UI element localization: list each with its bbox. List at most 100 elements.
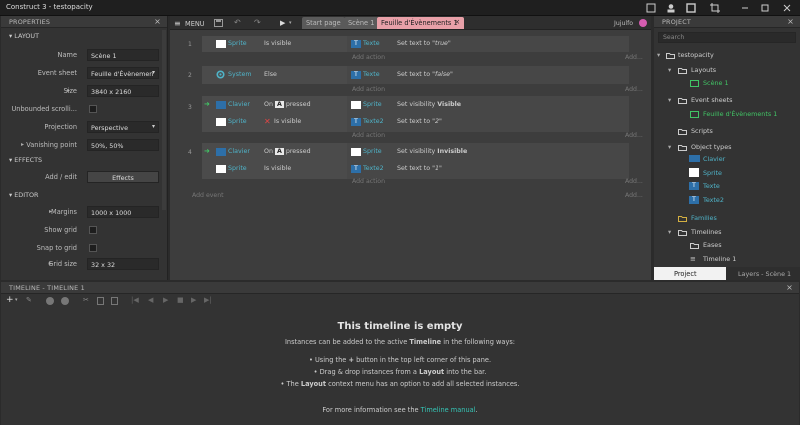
vanishing-input[interactable]: 50%, 50% (87, 139, 159, 151)
tree-item-scene1[interactable]: Scène 1 (703, 79, 729, 87)
crop-icon[interactable] (710, 3, 720, 13)
tree-item-project[interactable]: testopacity (678, 51, 714, 59)
undo-icon[interactable]: ↶ (234, 18, 241, 27)
tree-item-object-types[interactable]: Object types (691, 143, 731, 151)
action-row[interactable]: T Texte Set text to "false" (347, 66, 629, 84)
prev-frame-icon[interactable]: ◀ (148, 296, 153, 304)
collapse-icon[interactable]: ▾ (668, 66, 671, 74)
tree-item-texte[interactable]: Texte (703, 182, 720, 190)
chevron-down-icon[interactable]: ▾ (289, 20, 292, 26)
chevron-down-icon[interactable]: ▾ (15, 297, 18, 303)
add-action-link[interactable]: Add action (352, 86, 385, 93)
next-frame-icon[interactable]: ▶ (191, 296, 196, 304)
action-pre: Set visibility (397, 101, 438, 108)
event-sheet-select[interactable]: Feuille d'Évènemen (87, 67, 159, 79)
tree-item-timelines[interactable]: Timelines (691, 228, 722, 236)
prop-unbounded: Unbounded scrolli... (1, 101, 161, 117)
tree-item-clavier[interactable]: Clavier (703, 155, 725, 163)
collapse-icon[interactable]: ▾ (668, 96, 671, 104)
close-timeline-icon[interactable]: × (786, 283, 793, 292)
timeline-manual-link[interactable]: Timeline manual (421, 406, 476, 414)
margins-input[interactable]: 1000 x 1000 (87, 206, 159, 218)
event-block-3[interactable]: ➜ Clavier On A pressed Sprite ✕ Is visib… (202, 96, 348, 132)
event-block-2[interactable]: System Else (202, 66, 348, 84)
collapse-icon[interactable]: ▾ (668, 143, 671, 151)
tree-item-families[interactable]: Families (691, 214, 717, 222)
event-block-1[interactable]: Sprite Is visible (202, 36, 348, 52)
project-search-input[interactable]: Search (658, 32, 796, 43)
section-title: EDITOR (14, 191, 39, 199)
play-icon[interactable]: ▶ (280, 19, 285, 27)
collapse-icon[interactable]: ▾ (657, 51, 660, 59)
add-action-link[interactable]: Add action (352, 54, 385, 61)
editor-section[interactable]: ▾ EDITOR (1, 189, 161, 201)
add-keyframe-icon[interactable] (46, 297, 54, 305)
show-grid-checkbox[interactable] (89, 226, 97, 234)
tab-scene1[interactable]: Scène 1 (344, 17, 379, 29)
menu-icon[interactable]: ≡ (174, 19, 181, 28)
add-action-short[interactable]: Add... (625, 54, 643, 61)
add-action-link[interactable]: Add action (352, 178, 385, 185)
grid-size-input[interactable]: 32 x 32 (87, 258, 159, 270)
tab-start-page[interactable]: Start page (302, 17, 345, 29)
snap-grid-checkbox[interactable] (89, 244, 97, 252)
add-event-link[interactable]: Add event (192, 192, 224, 199)
effects-button[interactable]: Effects (87, 171, 159, 183)
tree-item-sprite[interactable]: Sprite (703, 169, 722, 177)
name-input[interactable]: Scène 1 (87, 49, 159, 61)
maximize-icon[interactable] (760, 3, 770, 13)
tree-item-event-sheet-1[interactable]: Feuille d'Évènements 1 (703, 110, 777, 118)
unbounded-checkbox[interactable] (89, 105, 97, 113)
close-properties-icon[interactable]: × (154, 17, 161, 26)
pencil-icon[interactable]: ✎ (26, 296, 32, 304)
stop-icon[interactable]: ■ (177, 296, 184, 304)
user-icon[interactable] (666, 3, 676, 13)
copy-icon[interactable] (97, 297, 104, 305)
add-icon[interactable]: + (6, 295, 14, 305)
tab-layers[interactable]: Layers - Scène 1 (726, 267, 800, 280)
add-action-short[interactable]: Add... (625, 86, 643, 93)
tab-project[interactable]: Project (654, 267, 726, 280)
cut-icon[interactable]: ✂ (83, 296, 89, 304)
first-frame-icon[interactable]: |◀ (131, 296, 139, 304)
event-block-4[interactable]: ➜ Clavier On A pressed Sprite Is visible (202, 143, 348, 179)
tree-item-layouts[interactable]: Layouts (691, 66, 716, 74)
add-action-link[interactable]: Add action (352, 132, 385, 139)
minimize-icon[interactable] (740, 3, 750, 13)
save-icon[interactable] (214, 19, 223, 27)
menu-button[interactable]: MENU (185, 20, 205, 28)
avatar[interactable] (639, 19, 647, 27)
close-icon[interactable] (782, 3, 792, 13)
layout-section[interactable]: ▾ LAYOUT (1, 30, 161, 42)
redo-icon[interactable]: ↷ (254, 18, 261, 27)
layout-icon[interactable] (686, 3, 696, 13)
tree-item-scripts[interactable]: Scripts (691, 127, 713, 135)
properties-scrollbar[interactable] (162, 30, 166, 210)
share-icon[interactable] (646, 3, 656, 13)
paste-icon[interactable] (111, 297, 118, 305)
size-input[interactable]: 3840 x 2160 (87, 85, 159, 97)
tree-item-timeline-1[interactable]: Timeline 1 (703, 255, 736, 263)
add-event-short[interactable]: Add... (625, 192, 643, 199)
projection-select[interactable]: Perspective (87, 121, 159, 133)
effects-section[interactable]: ▾ EFFECTS (1, 154, 161, 166)
tree-item-eases[interactable]: Eases (703, 241, 722, 249)
action-row[interactable]: Sprite Set visibility Visible T Texte2 S… (347, 96, 629, 132)
tab-event-sheet[interactable]: Feuille d'Évènements 1 × (377, 17, 464, 29)
tree-item-texte2[interactable]: Texte2 (703, 196, 724, 204)
expand-icon[interactable]: ▸ (21, 141, 24, 148)
tree-item-event-sheets[interactable]: Event sheets (691, 96, 732, 104)
collapse-icon[interactable]: ▾ (668, 228, 671, 236)
close-project-icon[interactable]: × (787, 17, 794, 26)
add-action-short[interactable]: Add... (625, 132, 643, 139)
remove-keyframe-icon[interactable] (61, 297, 69, 305)
close-tab-icon[interactable]: × (454, 18, 460, 26)
last-frame-icon[interactable]: ▶| (204, 296, 212, 304)
action-row[interactable]: T Texte Set text to "true" (347, 36, 629, 52)
properties-panel: PROPERTIES × ▾ LAYOUT Name Scène 1 Event s… (1, 16, 168, 280)
action-row[interactable]: Sprite Set visibility Invisible T Texte2… (347, 143, 629, 179)
text-object-icon: T (689, 182, 699, 190)
add-action-short[interactable]: Add... (625, 178, 643, 185)
play-timeline-icon[interactable]: ▶ (163, 296, 168, 304)
search-placeholder: Search (663, 34, 685, 41)
